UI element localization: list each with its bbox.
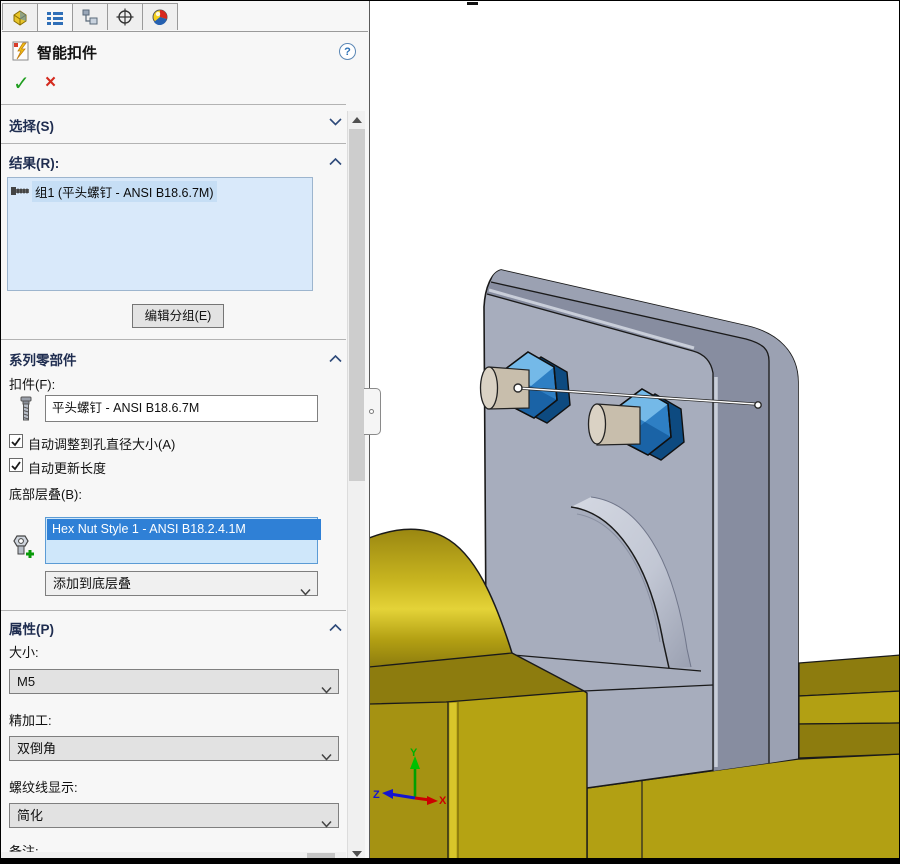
size-value: M5	[17, 674, 35, 689]
divider	[1, 104, 346, 105]
divider	[1, 610, 346, 611]
model-scene: Y Z X	[370, 1, 900, 863]
tab-dimxpertmanager[interactable]	[107, 3, 143, 30]
section-properties[interactable]: 属性(P)	[9, 618, 54, 638]
manager-tabs	[2, 3, 368, 32]
screw-icon	[16, 396, 36, 424]
bottom-stack-listbox[interactable]: Hex Nut Style 1 - ANSI B18.2.4.1M	[45, 517, 318, 564]
grip-dot	[369, 409, 374, 414]
scroll-down-icon[interactable]	[352, 851, 362, 857]
chevron-up-icon[interactable]	[329, 350, 342, 368]
panel-title: 智能扣件	[37, 42, 97, 63]
auto-length-checkbox[interactable]	[9, 458, 23, 472]
list-item[interactable]: 组1 (平头螺钉 - ANSI B18.6.7M)	[10, 181, 217, 201]
auto-size-checkbox[interactable]	[9, 434, 23, 448]
property-manager-panel: 智能扣件 ? ✓ × 选择(S) 结果(R): 组1 (平头	[1, 1, 370, 863]
divider	[1, 143, 346, 144]
cancel-button[interactable]: ×	[45, 72, 56, 94]
scroll-up-icon[interactable]	[352, 117, 362, 123]
chevron-down-icon	[300, 580, 311, 603]
auto-size-label: 自动调整到孔直径大小(A)	[28, 434, 175, 453]
thread-display-label: 螺纹线显示:	[9, 777, 78, 796]
panel-splitter-grip[interactable]	[364, 388, 381, 435]
configurationmanager-icon	[80, 8, 100, 26]
section-series-parts[interactable]: 系列零部件	[9, 349, 77, 369]
auto-length-label: 自动更新长度	[28, 458, 106, 477]
chevron-down-icon[interactable]	[329, 113, 342, 131]
ok-button[interactable]: ✓	[13, 71, 30, 96]
finish-dropdown[interactable]: 双倒角	[9, 736, 339, 761]
dimxpert-icon	[115, 8, 135, 26]
add-to-stack-dropdown[interactable]: 添加到底层叠	[45, 571, 318, 596]
section-selection[interactable]: 选择(S)	[9, 115, 54, 135]
bolt-group-icon	[10, 184, 32, 198]
finish-label: 精加工:	[9, 710, 52, 729]
add-to-stack-value: 添加到底层叠	[53, 576, 131, 591]
tab-featuremanager[interactable]	[2, 3, 38, 30]
chevron-down-icon	[321, 745, 332, 768]
smart-fastener-icon	[11, 40, 33, 67]
propertymanager-icon	[45, 9, 65, 27]
panel-vertical-scrollbar[interactable]	[347, 111, 365, 863]
size-dropdown[interactable]: M5	[9, 669, 339, 694]
stud-lower[interactable]	[589, 404, 641, 445]
bottom-stack-selected-item[interactable]: Hex Nut Style 1 - ANSI B18.2.4.1M	[47, 519, 321, 540]
y-axis-label: Y	[410, 747, 418, 759]
edit-group-button[interactable]: 编辑分组(E)	[132, 304, 224, 328]
tab-displaymanager[interactable]	[142, 3, 178, 30]
thread-display-value: 简化	[17, 808, 43, 823]
z-axis-label: Z	[373, 789, 380, 801]
divider	[1, 339, 346, 340]
bottom-stack-label: 底部层叠(B):	[9, 484, 82, 503]
graphics-viewport[interactable]: Y Z X 大小: M5	[370, 1, 900, 863]
add-nut-icon	[11, 532, 35, 559]
chevron-up-icon[interactable]	[329, 153, 342, 171]
chevron-up-icon[interactable]	[329, 619, 342, 637]
results-listbox[interactable]: 组1 (平头螺钉 - ANSI B18.6.7M)	[7, 177, 313, 291]
fastener-label: 扣件(F):	[9, 374, 55, 393]
tab-configurationmanager[interactable]	[72, 3, 108, 30]
size-label: 大小:	[9, 642, 39, 661]
section-results[interactable]: 结果(R):	[9, 152, 59, 172]
help-icon[interactable]: ?	[339, 43, 356, 60]
featuremanager-icon	[10, 8, 30, 26]
tab-propertymanager[interactable]	[37, 3, 73, 31]
x-axis-label: X	[439, 795, 447, 807]
viewport-top-mark	[467, 2, 478, 5]
chevron-down-icon	[321, 678, 332, 701]
result-item-label: 组1 (平头螺钉 - ANSI B18.6.7M)	[32, 181, 217, 202]
solidworks-window: Y Z X 大小: M5	[0, 0, 900, 864]
window-bottom-border	[1, 858, 900, 864]
fastener-input[interactable]: 平头螺钉 - ANSI B18.6.7M	[45, 395, 318, 422]
displaymanager-icon	[150, 8, 170, 26]
scrollbar-thumb[interactable]	[349, 129, 365, 481]
finish-value: 双倒角	[17, 741, 56, 756]
thread-display-dropdown[interactable]: 简化	[9, 803, 339, 828]
chevron-down-icon	[321, 812, 332, 835]
